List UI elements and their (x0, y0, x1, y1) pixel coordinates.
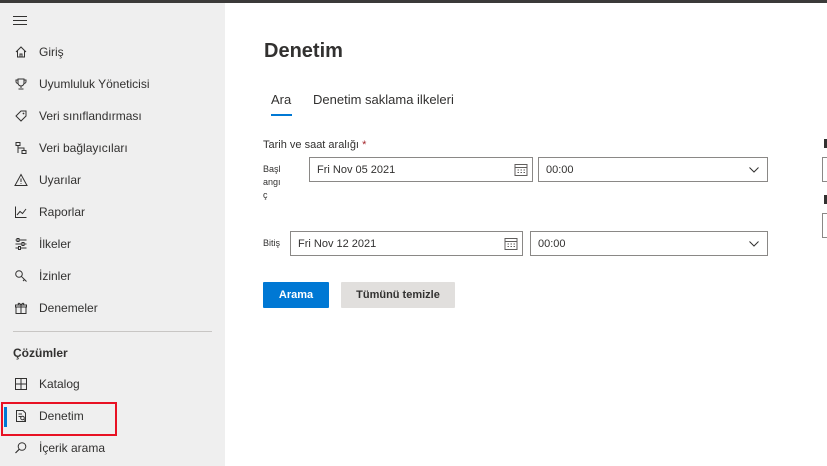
sidebar: Giriş Uyumluluk Yöneticisi Veri sınıflan… (0, 3, 225, 466)
sidebar-divider (13, 331, 212, 332)
warning-icon (13, 172, 29, 188)
sidebar-item-uyarilar[interactable]: Uyarılar (0, 165, 225, 195)
trophy-icon (13, 76, 29, 92)
start-time-select[interactable]: 00:00 (538, 157, 768, 182)
sidebar-item-veri-baglayicilari[interactable]: Veri bağlayıcıları (0, 133, 225, 163)
end-label: Bitiş (263, 238, 281, 248)
date-range-label: Tarih ve saat aralığı * (263, 139, 367, 151)
catalog-icon (13, 376, 29, 392)
cut-off-input-fragment[interactable] (822, 157, 827, 182)
sidebar-section-title: Çözümler (13, 346, 68, 360)
page-title: Denetim (264, 40, 343, 62)
sidebar-item-ilkeler[interactable]: İlkeler (0, 229, 225, 259)
main-content: Denetim Ara Denetim saklama ilkeleri Tar… (225, 3, 827, 466)
sidebar-item-label: Veri bağlayıcıları (39, 141, 128, 155)
highlight-annotation (1, 402, 117, 436)
sidebar-item-label: Denemeler (39, 301, 98, 315)
start-date-input[interactable]: Fri Nov 05 2021 (309, 157, 533, 182)
end-date-input[interactable]: Fri Nov 12 2021 (290, 231, 523, 256)
start-label: Başl angı ç (263, 164, 281, 200)
sidebar-item-label: İzinler (39, 269, 72, 283)
tab-denetim-saklama-ilkeleri[interactable]: Denetim saklama ilkeleri (313, 92, 454, 107)
sidebar-item-label: İlkeler (39, 237, 72, 251)
sidebar-item-label: Raporlar (39, 205, 86, 219)
tag-icon (13, 108, 29, 124)
sidebar-item-label: Giriş (39, 45, 64, 59)
sidebar-item-denemeler[interactable]: Denemeler (0, 293, 225, 323)
search-button[interactable]: Arama (263, 282, 329, 308)
sidebar-item-label: Katalog (39, 377, 80, 391)
sidebar-item-label: İçerik arama (39, 441, 106, 455)
sidebar-item-label: Veri sınıflandırması (39, 109, 142, 123)
sidebar-item-katalog[interactable]: Katalog (0, 369, 225, 399)
calendar-icon[interactable] (504, 237, 518, 250)
sidebar-item-raporlar[interactable]: Raporlar (0, 197, 225, 227)
sidebar-item-veri-siniflandirmasi[interactable]: Veri sınıflandırması (0, 101, 225, 131)
search-icon (13, 440, 29, 456)
tab-ara[interactable]: Ara (271, 92, 291, 107)
required-mark: * (362, 139, 367, 151)
sidebar-item-icerik-arama[interactable]: İçerik arama (0, 433, 225, 463)
connector-icon (13, 140, 29, 156)
calendar-icon[interactable] (514, 163, 528, 176)
cut-off-input-fragment[interactable] (822, 213, 827, 238)
sidebar-item-giris[interactable]: Giriş (0, 37, 225, 67)
clear-all-button[interactable]: Tümünü temizle (341, 282, 455, 308)
tab-active-underline (271, 114, 292, 116)
chevron-down-icon (749, 165, 759, 173)
chart-icon (13, 204, 29, 220)
hamburger-menu-icon[interactable] (13, 16, 27, 26)
sidebar-item-izinler[interactable]: İzinler (0, 261, 225, 291)
key-icon (13, 268, 29, 284)
sliders-icon (13, 236, 29, 252)
sidebar-item-label: Uyarılar (39, 173, 82, 187)
end-time-select[interactable]: 00:00 (530, 231, 768, 256)
sidebar-item-label: Uyumluluk Yöneticisi (39, 77, 150, 91)
home-icon (13, 44, 29, 60)
chevron-down-icon (749, 239, 759, 247)
sidebar-item-uyumluluk-yoneticisi[interactable]: Uyumluluk Yöneticisi (0, 69, 225, 99)
gift-icon (13, 300, 29, 316)
